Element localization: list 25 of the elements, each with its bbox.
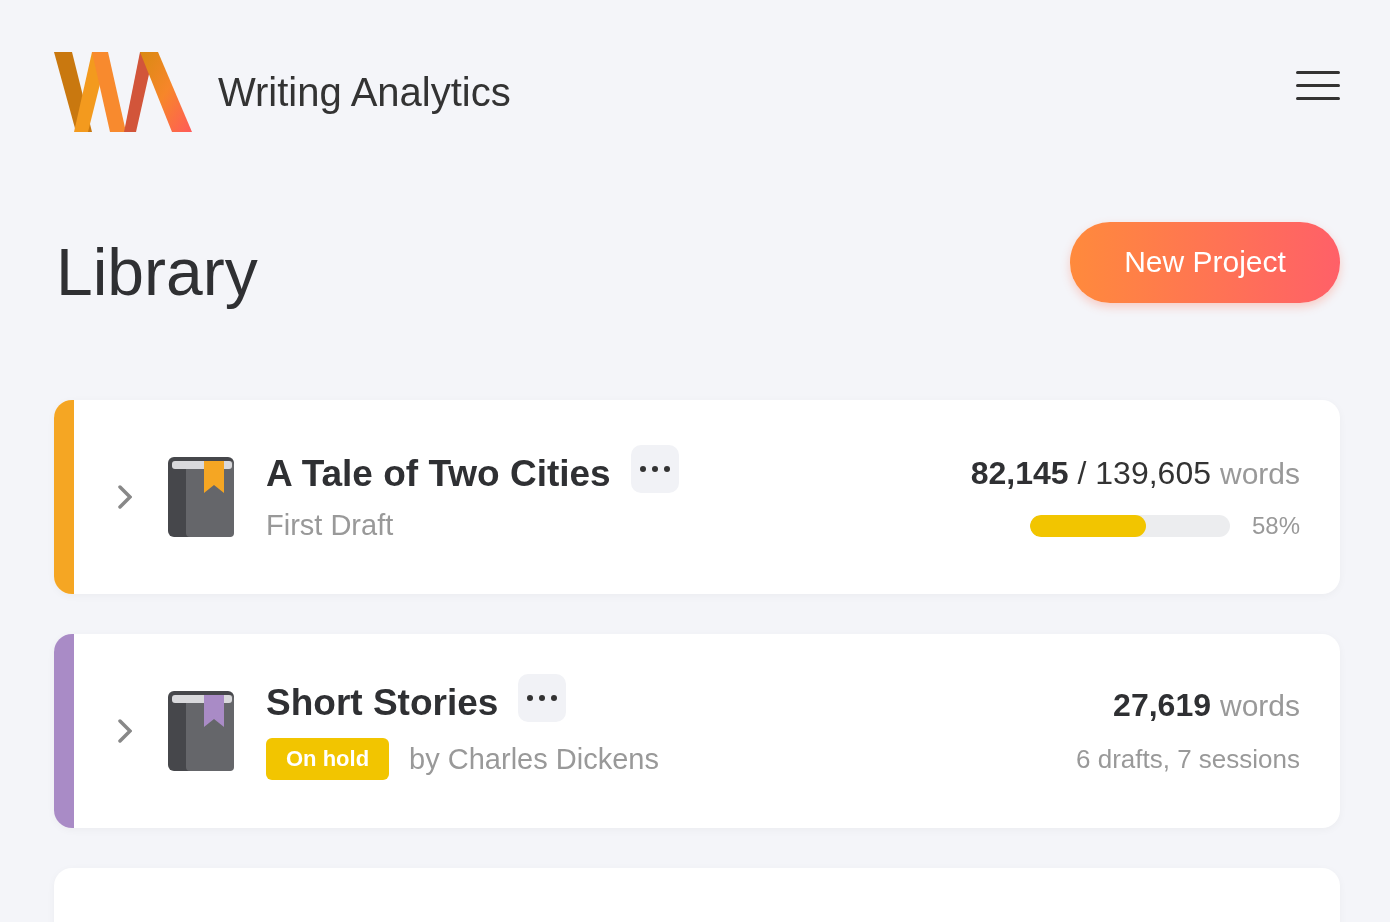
word-target: / 139,605 [1077,454,1211,492]
words-label: words [1219,456,1300,491]
logo-icon [54,52,192,132]
app-name: Writing Analytics [218,69,511,115]
author-name: by Charles Dickens [409,742,659,776]
book-icon [168,457,234,537]
status-badge: On hold [266,738,390,780]
ellipsis-icon [527,695,558,701]
words-label: words [1219,689,1300,723]
progress-percent: 58% [1251,511,1300,540]
chevron-icon[interactable] [118,485,132,509]
ellipsis-icon [639,465,670,472]
chevron-icon[interactable] [118,719,132,743]
project-title: Short Stories [266,682,499,724]
more-options-button[interactable] [518,674,567,722]
page-title: Library [56,234,258,310]
word-count: 27,619 [1113,687,1211,724]
menu-icon[interactable] [1296,71,1340,101]
draft-name: First Draft [266,508,394,542]
project-title: A Tale of Two Cities [266,452,611,495]
book-icon [168,691,234,771]
more-options-button[interactable] [630,444,679,493]
draft-stats: 6 drafts, 7 sessions [1076,744,1300,775]
new-project-button[interactable]: New Project [1070,221,1340,303]
word-count: 82,145 [970,454,1069,492]
